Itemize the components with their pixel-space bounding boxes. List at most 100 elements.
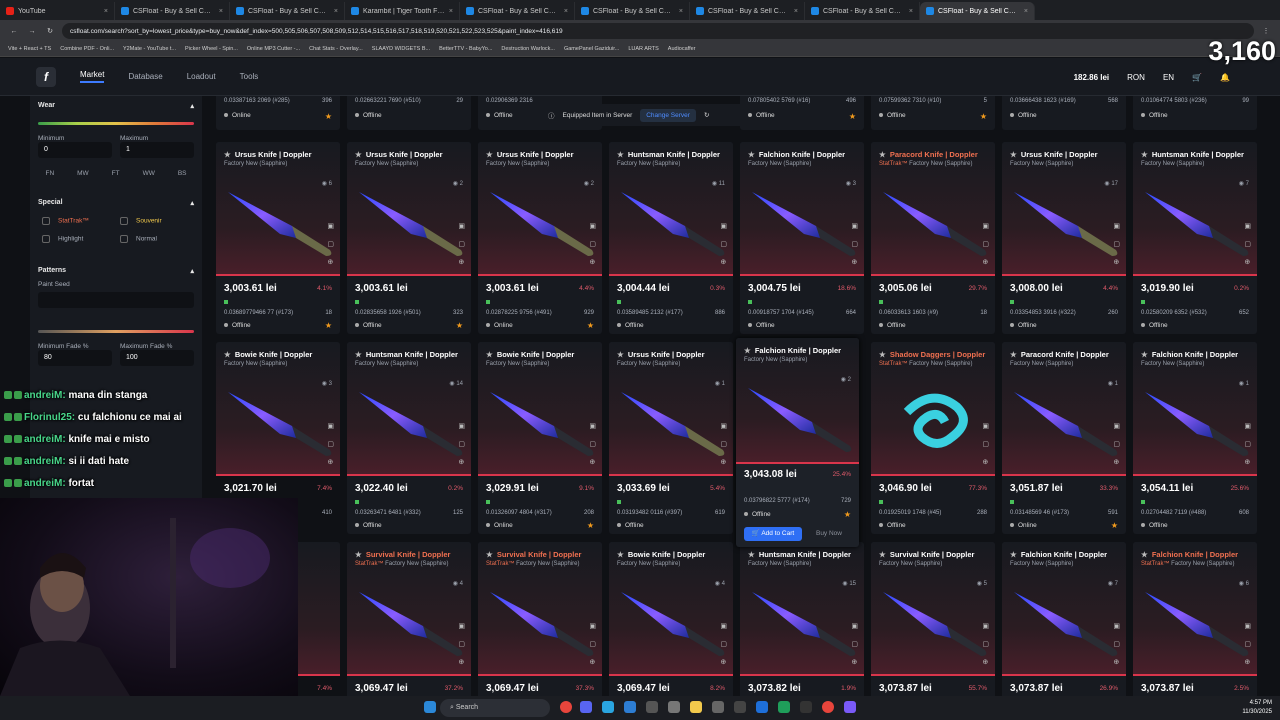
browser-tab[interactable]: CSFloat - Buy & Sell CS2 Skins × <box>230 2 345 20</box>
close-icon[interactable]: × <box>1024 8 1028 15</box>
screenshot-icon[interactable]: ▢ <box>851 240 858 248</box>
inspect-icon[interactable]: ▣ <box>1244 422 1251 430</box>
browser-tab[interactable]: CSFloat - Buy & Sell CS2 Skins × <box>115 2 230 20</box>
star-icon[interactable]: ★ <box>456 321 463 330</box>
back-icon[interactable]: ← <box>8 28 20 35</box>
windows-start-icon[interactable] <box>424 701 436 713</box>
screenshot-icon[interactable]: ▢ <box>327 240 334 248</box>
wear-header[interactable]: Wear ▴ <box>30 102 202 110</box>
zoom-icon[interactable]: ⊕ <box>720 258 727 266</box>
close-icon[interactable]: × <box>679 8 683 15</box>
zoom-icon[interactable]: ⊕ <box>982 458 989 466</box>
close-icon[interactable]: × <box>334 8 338 15</box>
zoom-icon[interactable]: ⊕ <box>982 658 989 666</box>
fade-range-bar[interactable] <box>38 330 194 333</box>
bookmark-item[interactable]: SLAAYD WIDGETS B... <box>372 46 430 52</box>
app-icon[interactable] <box>712 701 724 713</box>
currency-select[interactable]: RON <box>1127 73 1145 82</box>
browser-tab[interactable]: CSFloat - Buy & Sell CS2 Skins × <box>805 2 920 20</box>
bookmark-item[interactable]: Destruction Warlock... <box>501 46 555 52</box>
zoom-icon[interactable]: ⊕ <box>327 458 334 466</box>
screenshot-icon[interactable]: ▢ <box>1113 440 1120 448</box>
star-icon[interactable]: ★ <box>325 112 332 121</box>
star-icon[interactable]: ★ <box>587 521 594 530</box>
listing-card[interactable]: ★ Paracord Knife | Doppler Factory New (S… <box>1002 342 1126 534</box>
listing-card[interactable]: ★ Ursus Knife | Doppler Factory New (Sapp… <box>1002 142 1126 334</box>
bookmark-item[interactable]: LUAR ARTS <box>628 46 658 52</box>
url-field[interactable]: csfloat.com/search?sort_by=lowest_price&… <box>62 23 1254 39</box>
obs-icon[interactable] <box>800 701 812 713</box>
highlight-checkbox[interactable]: Highlight <box>42 235 120 243</box>
listing-card[interactable]: ★ Ursus Knife | Doppler Factory New (Sapp… <box>347 142 471 334</box>
language-select[interactable]: EN <box>1163 73 1174 82</box>
system-clock[interactable]: 4:57 PM 11/30/2025 <box>1242 699 1272 717</box>
vscode-icon[interactable] <box>624 701 636 713</box>
listing-card-partial[interactable]: 0.03666438 1623 (#169) 568 Offline <box>1002 96 1126 130</box>
inspect-icon[interactable]: ▣ <box>327 222 334 230</box>
change-server-button[interactable]: Change Server <box>640 108 696 122</box>
discord-icon[interactable] <box>580 701 592 713</box>
inspect-icon[interactable]: ▣ <box>589 422 596 430</box>
wear-button-bs[interactable]: BS <box>178 170 187 177</box>
screenshot-icon[interactable]: ▢ <box>851 640 858 648</box>
wear-button-fn[interactable]: FN <box>45 170 54 177</box>
csfloat-logo[interactable]: f <box>36 66 56 87</box>
inspect-icon[interactable]: ▣ <box>720 422 727 430</box>
inspect-icon[interactable]: ▣ <box>589 622 596 630</box>
listing-card[interactable]: ★ Paracord Knife | Doppler StatTrak™ Fact… <box>871 142 995 334</box>
wear-max-input[interactable]: 1 <box>120 142 194 158</box>
app-icon[interactable] <box>734 701 746 713</box>
inspect-icon[interactable]: ▣ <box>720 222 727 230</box>
listing-card-partial[interactable]: 0.07599362 7310 (#10) 5 Offline ★ <box>871 96 995 130</box>
inspect-icon[interactable]: ▣ <box>458 422 465 430</box>
star-icon[interactable]: ★ <box>587 321 594 330</box>
add-to-cart-button[interactable]: 🛒 Add to Cart <box>744 527 802 541</box>
bookmark-item[interactable]: Chat Stats - Overlay... <box>309 46 363 52</box>
browser-tab[interactable]: CSFloat - Buy & Sell CS2 Skins × <box>690 2 805 20</box>
listing-card[interactable]: ★ Survival Knife | Doppler StatTrak™ Fact… <box>347 542 471 696</box>
listing-card[interactable]: ★ Falchion Knife | Doppler StatTrak™ Fact… <box>1133 542 1257 696</box>
inspect-icon[interactable]: ▣ <box>982 422 989 430</box>
screenshot-icon[interactable]: ▢ <box>1244 640 1251 648</box>
listing-card[interactable]: ★ Ursus Knife | Doppler Factory New (Sapp… <box>216 142 340 334</box>
zoom-icon[interactable]: ⊕ <box>589 258 596 266</box>
zoom-icon[interactable]: ⊕ <box>458 258 465 266</box>
inspect-icon[interactable]: ▣ <box>1244 222 1251 230</box>
app-icon[interactable] <box>844 701 856 713</box>
close-icon[interactable]: × <box>449 8 453 15</box>
edge-icon[interactable] <box>756 701 768 713</box>
zoom-icon[interactable]: ⊕ <box>589 458 596 466</box>
listing-card[interactable]: ★ Survival Knife | Doppler Factory New (S… <box>871 542 995 696</box>
wear-button-ww[interactable]: WW <box>143 170 155 177</box>
screenshot-icon[interactable]: ▢ <box>982 640 989 648</box>
listing-card[interactable]: ★ Survival Knife | Doppler StatTrak™ Fact… <box>478 542 602 696</box>
browser-tab[interactable]: CSFloat - Buy & Sell CS2 Skins × <box>575 2 690 20</box>
nav-database[interactable]: Database <box>128 72 162 81</box>
inspect-icon[interactable]: ▣ <box>851 222 858 230</box>
balance[interactable]: 182.86 lei <box>1074 73 1110 82</box>
screenshot-icon[interactable]: ▢ <box>1113 240 1120 248</box>
screenshot-icon[interactable]: ▢ <box>1244 240 1251 248</box>
listing-card[interactable]: ★ Falchion Knife | Doppler Factory New (S… <box>1133 342 1257 534</box>
inspect-icon[interactable]: ▣ <box>1113 222 1120 230</box>
taskbar-search[interactable]: ⌕ Search <box>440 699 550 717</box>
bookmark-item[interactable]: Y2Mate - YouTube t... <box>123 46 176 52</box>
browser-tab[interactable]: Karambit | Tiger Tooth Factory × <box>345 2 460 20</box>
zoom-icon[interactable]: ⊕ <box>1244 258 1251 266</box>
forward-icon[interactable]: → <box>26 28 38 35</box>
bookmark-item[interactable]: Vite + React + TS <box>8 46 51 52</box>
app-icon[interactable] <box>646 701 658 713</box>
bookmark-item[interactable]: BetterTTV - BabyYo... <box>439 46 492 52</box>
star-icon[interactable]: ★ <box>325 321 332 330</box>
close-icon[interactable]: × <box>909 8 913 15</box>
zoom-icon[interactable]: ⊕ <box>1113 458 1120 466</box>
listing-card[interactable]: ★ Falchion Knife | Doppler Factory New (S… <box>1002 542 1126 696</box>
inspect-icon[interactable]: ▣ <box>1113 622 1120 630</box>
reload-icon[interactable]: ↻ <box>44 27 56 35</box>
screenshot-icon[interactable]: ▢ <box>589 640 596 648</box>
screenshot-icon[interactable]: ▢ <box>589 440 596 448</box>
refresh-icon[interactable]: ↻ <box>704 111 709 119</box>
screenshot-icon[interactable]: ▢ <box>327 440 334 448</box>
nav-market[interactable]: Market <box>80 70 105 83</box>
wear-button-ft[interactable]: FT <box>112 170 120 177</box>
